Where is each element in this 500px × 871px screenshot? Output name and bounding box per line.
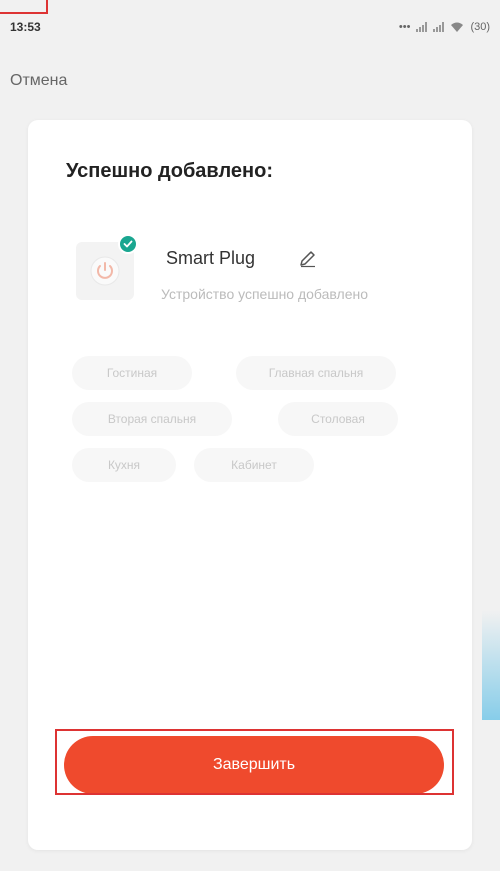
room-chip[interactable]: Главная спальня xyxy=(236,356,396,390)
room-chip-label: Столовая xyxy=(311,412,365,426)
room-chip-label: Кухня xyxy=(107,458,141,472)
room-chip-label: Главная спальня xyxy=(268,366,364,380)
room-chip-label: Вторая спальня xyxy=(107,412,197,426)
room-chip[interactable]: Вторая спальня xyxy=(72,402,232,436)
check-icon xyxy=(118,234,138,254)
room-chip-label: Гостиная xyxy=(106,366,158,380)
dots-icon: ••• xyxy=(398,21,411,33)
status-bar: 13:53 ••• (30) xyxy=(0,16,500,38)
annotation-box xyxy=(55,729,454,795)
signal-icon xyxy=(416,22,428,32)
card-title: Успешно добавлено: xyxy=(66,160,273,182)
room-chip-label: Кабинет xyxy=(231,458,277,472)
device-name: Smart Plug xyxy=(166,248,256,268)
status-time: 13:53 xyxy=(10,20,41,34)
room-chip[interactable]: Кухня xyxy=(72,448,176,482)
battery-indicator: (30) xyxy=(470,21,490,33)
signal-icon-2 xyxy=(433,22,445,32)
power-icon xyxy=(90,256,120,286)
decorative-streak xyxy=(482,610,500,720)
room-chip[interactable]: Столовая xyxy=(278,402,398,436)
screen: 13:53 ••• (30) Отмена Успешно добавлено: xyxy=(0,0,500,871)
room-chip[interactable]: Гостиная xyxy=(72,356,192,390)
wifi-icon xyxy=(451,22,464,32)
edit-icon[interactable] xyxy=(298,248,318,268)
annotation-box xyxy=(0,0,48,14)
device-status: Устройство успешно добавлено xyxy=(161,286,369,302)
status-icons: ••• (30) xyxy=(399,21,490,33)
cancel-button[interactable]: Отмена xyxy=(10,72,67,90)
room-chip[interactable]: Кабинет xyxy=(194,448,314,482)
